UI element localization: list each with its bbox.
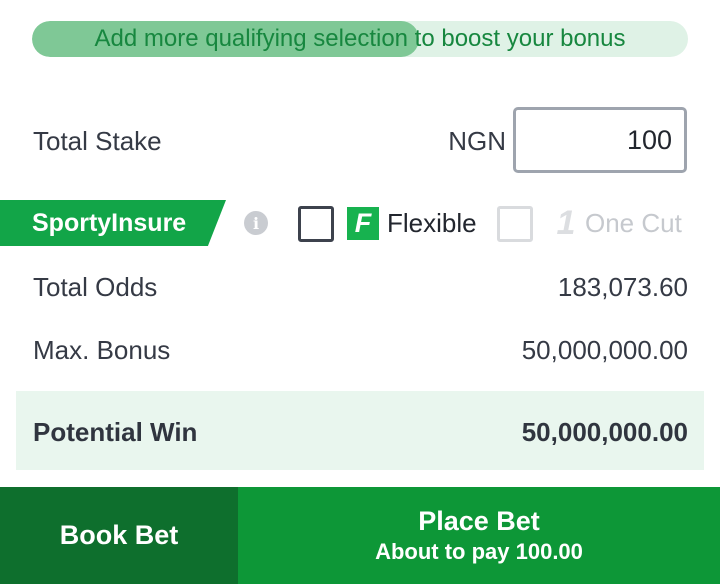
- one-cut-badge-icon: 1: [556, 203, 576, 242]
- stake-input[interactable]: [513, 107, 687, 173]
- bonus-progress-bar: Add more qualifying selection to boost y…: [32, 21, 688, 57]
- sporty-insure-tag: SportyInsure: [0, 200, 226, 246]
- potential-win-label: Potential Win: [33, 417, 198, 447]
- place-bet-label: Place Bet: [418, 505, 540, 536]
- flexible-checkbox[interactable]: [298, 206, 334, 242]
- flexible-badge-icon: F: [347, 207, 379, 240]
- potential-win-value: 50,000,000.00: [521, 417, 688, 447]
- max-bonus-label: Max. Bonus: [33, 335, 171, 365]
- max-bonus-value: 50,000,000.00: [521, 335, 688, 365]
- total-odds-value: 183,073.60: [557, 272, 688, 302]
- book-bet-button[interactable]: Book Bet: [0, 487, 238, 584]
- place-bet-button[interactable]: Place Bet About to pay 100.00: [238, 487, 720, 584]
- info-icon[interactable]: i: [244, 211, 268, 235]
- bonus-message: Add more qualifying selection to boost y…: [94, 25, 626, 52]
- total-odds-label: Total Odds: [33, 272, 158, 302]
- betslip-panel: Add more qualifying selection to boost y…: [0, 0, 720, 584]
- one-cut-label[interactable]: One Cut: [585, 208, 682, 239]
- flexible-label[interactable]: Flexible: [387, 208, 477, 239]
- potential-win-row: Potential Win 50,000,000.00: [16, 391, 704, 470]
- currency-label: NGN: [448, 126, 506, 156]
- total-stake-label: Total Stake: [33, 126, 162, 156]
- pay-amount-label: About to pay 100.00: [375, 538, 583, 564]
- one-cut-checkbox[interactable]: [497, 206, 533, 242]
